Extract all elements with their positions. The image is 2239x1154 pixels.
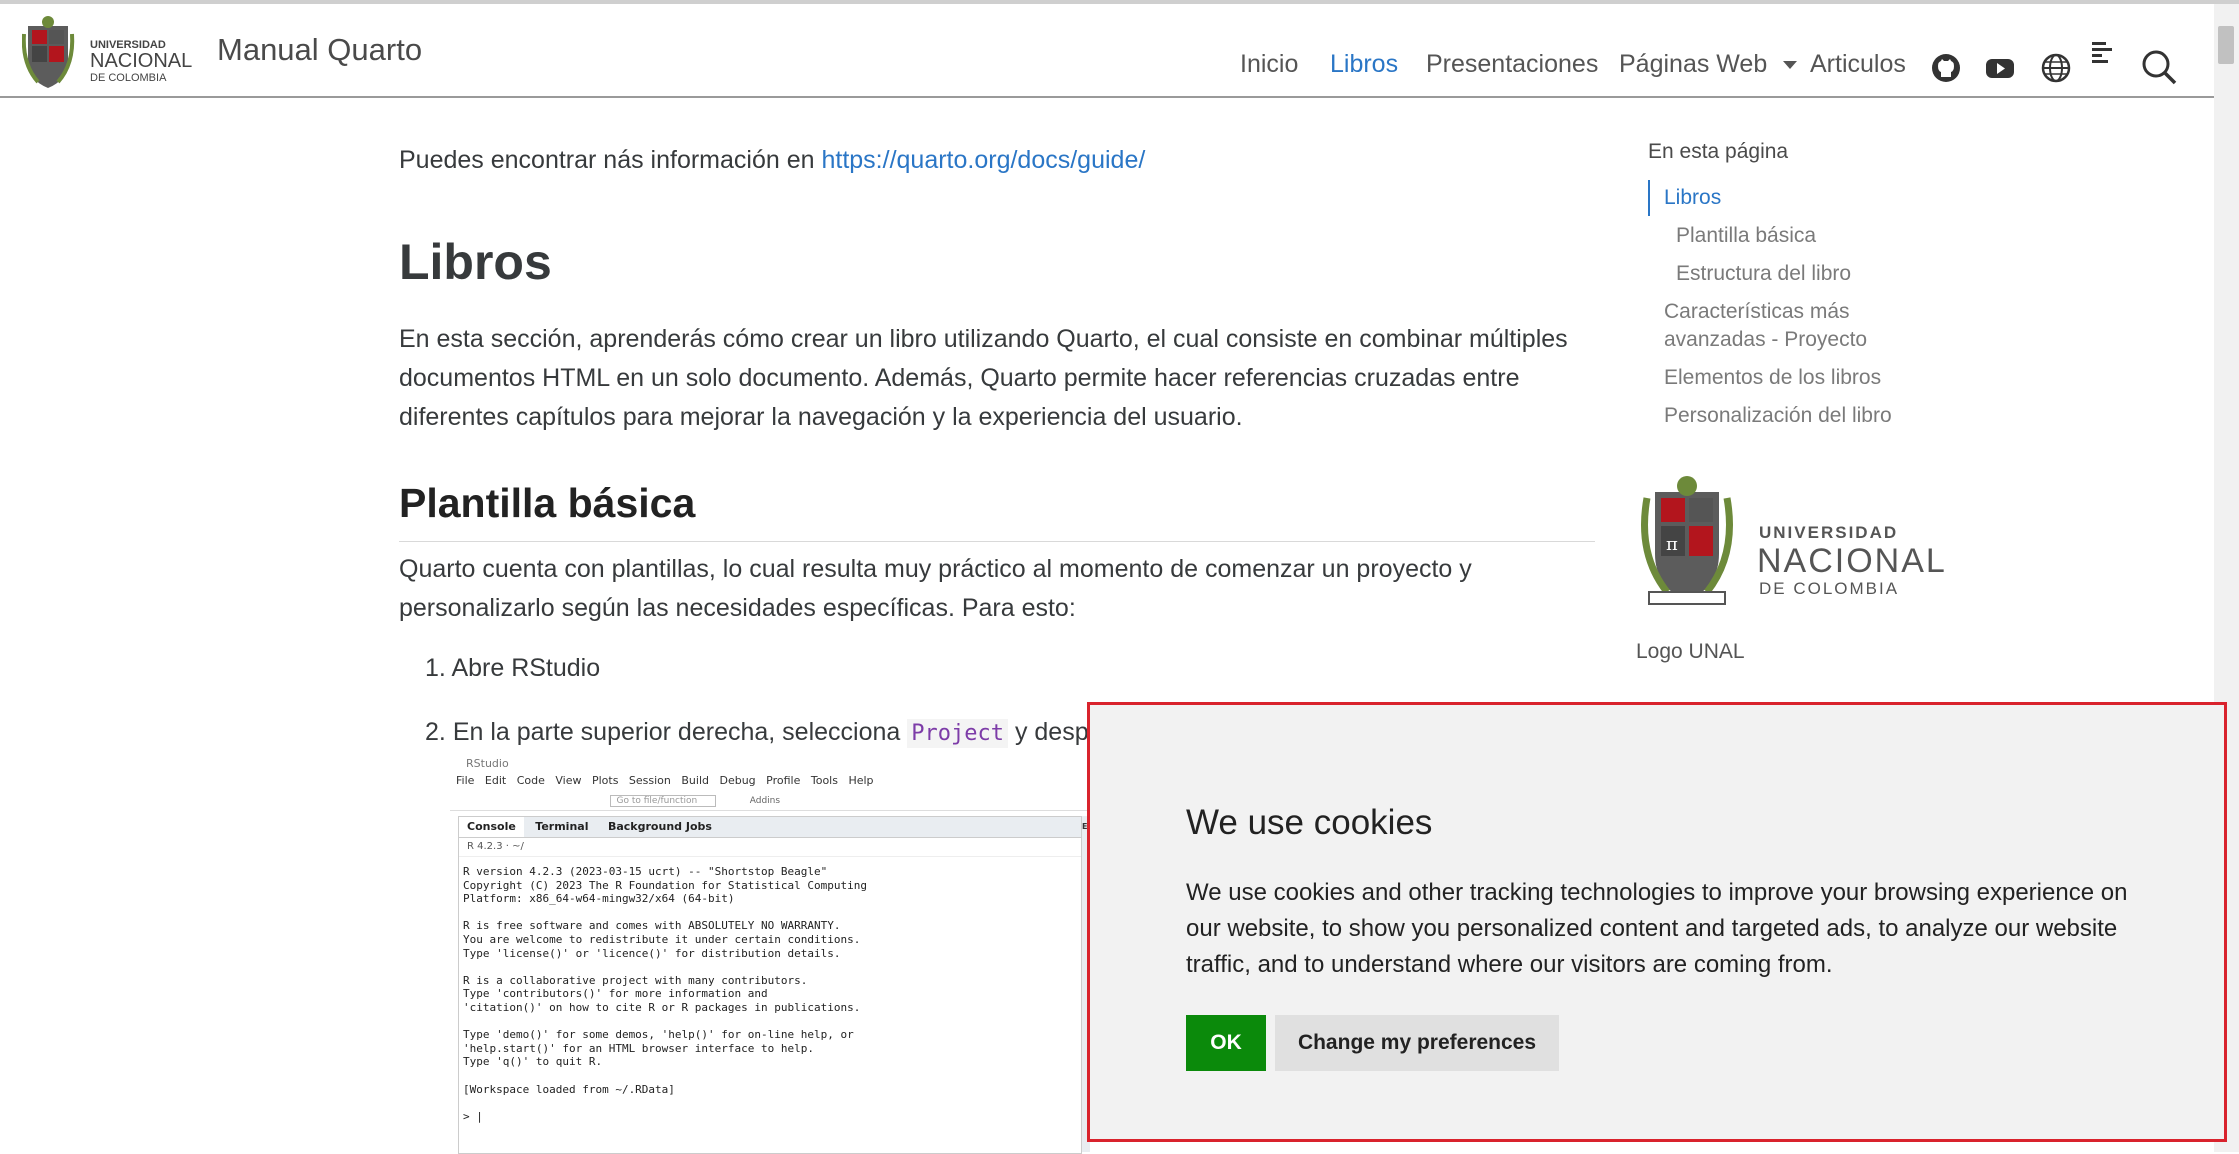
list-item-text: En la parte superior derecha, selecciona [452,718,901,746]
cookie-text: We use cookies and other tracking techno… [1186,879,2128,978]
logo-line2: NACIONAL [90,50,192,72]
top-navbar: UNIVERSIDAD NACIONAL DE COLOMBIA Manual … [0,4,2214,98]
page-scrollbar-thumb[interactable] [2218,26,2234,64]
list-item-number: 2. [425,718,446,746]
toc-item-personalizacion[interactable]: Personalización del libro [1664,402,1892,430]
toc-item-plantilla[interactable]: Plantilla básica [1676,222,1816,250]
rstudio-toolbar: Go to file/function Addins [450,790,1090,811]
rstudio-menu-bar: File Edit Code View Plots Session Build … [456,774,874,787]
list-item: 2. En la parte superior derecha, selecci… [425,718,1158,748]
logo-large-line2: NACIONAL [1757,542,1947,580]
site-title[interactable]: Manual Quarto [217,32,422,68]
unal-logo[interactable]: UNIVERSIDAD NACIONAL DE COLOMBIA [22,14,208,92]
rstudio-console-pane: Console Terminal Background Jobs R 4.2.3… [458,816,1082,1154]
logo-caption: Logo UNAL [1636,640,1745,663]
toc-item-caracteristicas[interactable]: Características más [1664,298,1850,326]
page-title: Libros [399,234,552,290]
github-icon[interactable] [1930,52,1962,84]
section-heading-plantilla: Plantilla básica [399,480,1595,542]
logo-large-line3: DE COLOMBIA [1759,579,1899,598]
rstudio-goto-input: Go to file/function [609,795,717,807]
youtube-icon[interactable] [1984,52,2016,84]
cookie-preferences-button[interactable]: Change my preferences [1275,1015,1559,1071]
list-item-text: Abre RStudio [451,654,601,682]
rstudio-tab-console: Console [459,817,524,837]
info-text: Puedes encontrar nás información en [399,146,815,174]
list-item: 1. Abre RStudio [425,654,600,683]
rstudio-addins: Addins [749,796,781,806]
intro-paragraph: En esta sección, aprenderás cómo crear u… [399,325,1568,431]
toc-item-elementos[interactable]: Elementos de los libros [1664,364,1881,392]
rstudio-version-bar: R 4.2.3 · ~/ [459,838,1081,857]
rstudio-window-title: RStudio [466,757,509,770]
toc-item-estructura[interactable]: Estructura del libro [1676,260,1851,288]
nav-articulos[interactable]: Articulos [1810,50,1906,79]
toc-active-indicator [1648,180,1650,216]
list-item-number: 1. [425,654,446,682]
nav-paginas-web-label: Páginas Web [1619,50,1768,78]
globe-icon[interactable] [2040,52,2072,84]
nav-libros[interactable]: Libros [1330,50,1398,79]
section-paragraph: Quarto cuenta con plantillas, lo cual re… [399,555,1472,622]
quarto-guide-link[interactable]: https://quarto.org/docs/guide/ [821,146,1145,174]
toc-heading: En esta página [1648,140,1789,163]
unal-logo-large: π UNIVERSIDAD NACIONAL DE COLOMBIA [1641,476,1947,605]
search-icon[interactable] [2140,48,2178,86]
info-paragraph: Puedes encontrar nás información en http… [399,146,1145,175]
rstudio-tab-terminal: Terminal [535,820,589,833]
logo-large-line1: UNIVERSIDAD [1759,523,1898,542]
rstudio-console-output: R version 4.2.3 (2023-03-15 ucrt) -- "Sh… [463,865,867,1123]
chevron-down-icon [1783,61,1798,70]
rstudio-screenshot: RStudio File Edit Code View Plots Sessio… [450,756,1090,1154]
toc-item-libros[interactable]: Libros [1664,184,1721,212]
cookie-consent-dialog: We use cookies We use cookies and other … [1087,702,2227,1142]
rstudio-tab-bar: Console Terminal Background Jobs [459,817,1081,838]
orcid-icon[interactable] [2090,40,2116,66]
nav-inicio[interactable]: Inicio [1240,50,1298,79]
nav-paginas-web[interactable]: Páginas Web [1619,50,1798,79]
nav-presentaciones[interactable]: Presentaciones [1426,50,1598,79]
toc-item-caracteristicas-cont[interactable]: avanzadas - Proyecto [1664,326,1867,354]
svg-text:π: π [1666,534,1678,555]
code-project: Project [907,719,1008,748]
logo-line3: DE COLOMBIA [90,72,167,84]
rstudio-tab-background-jobs: Background Jobs [607,820,712,833]
cookie-title: We use cookies [1186,803,1433,842]
cookie-ok-button[interactable]: OK [1186,1015,1266,1071]
